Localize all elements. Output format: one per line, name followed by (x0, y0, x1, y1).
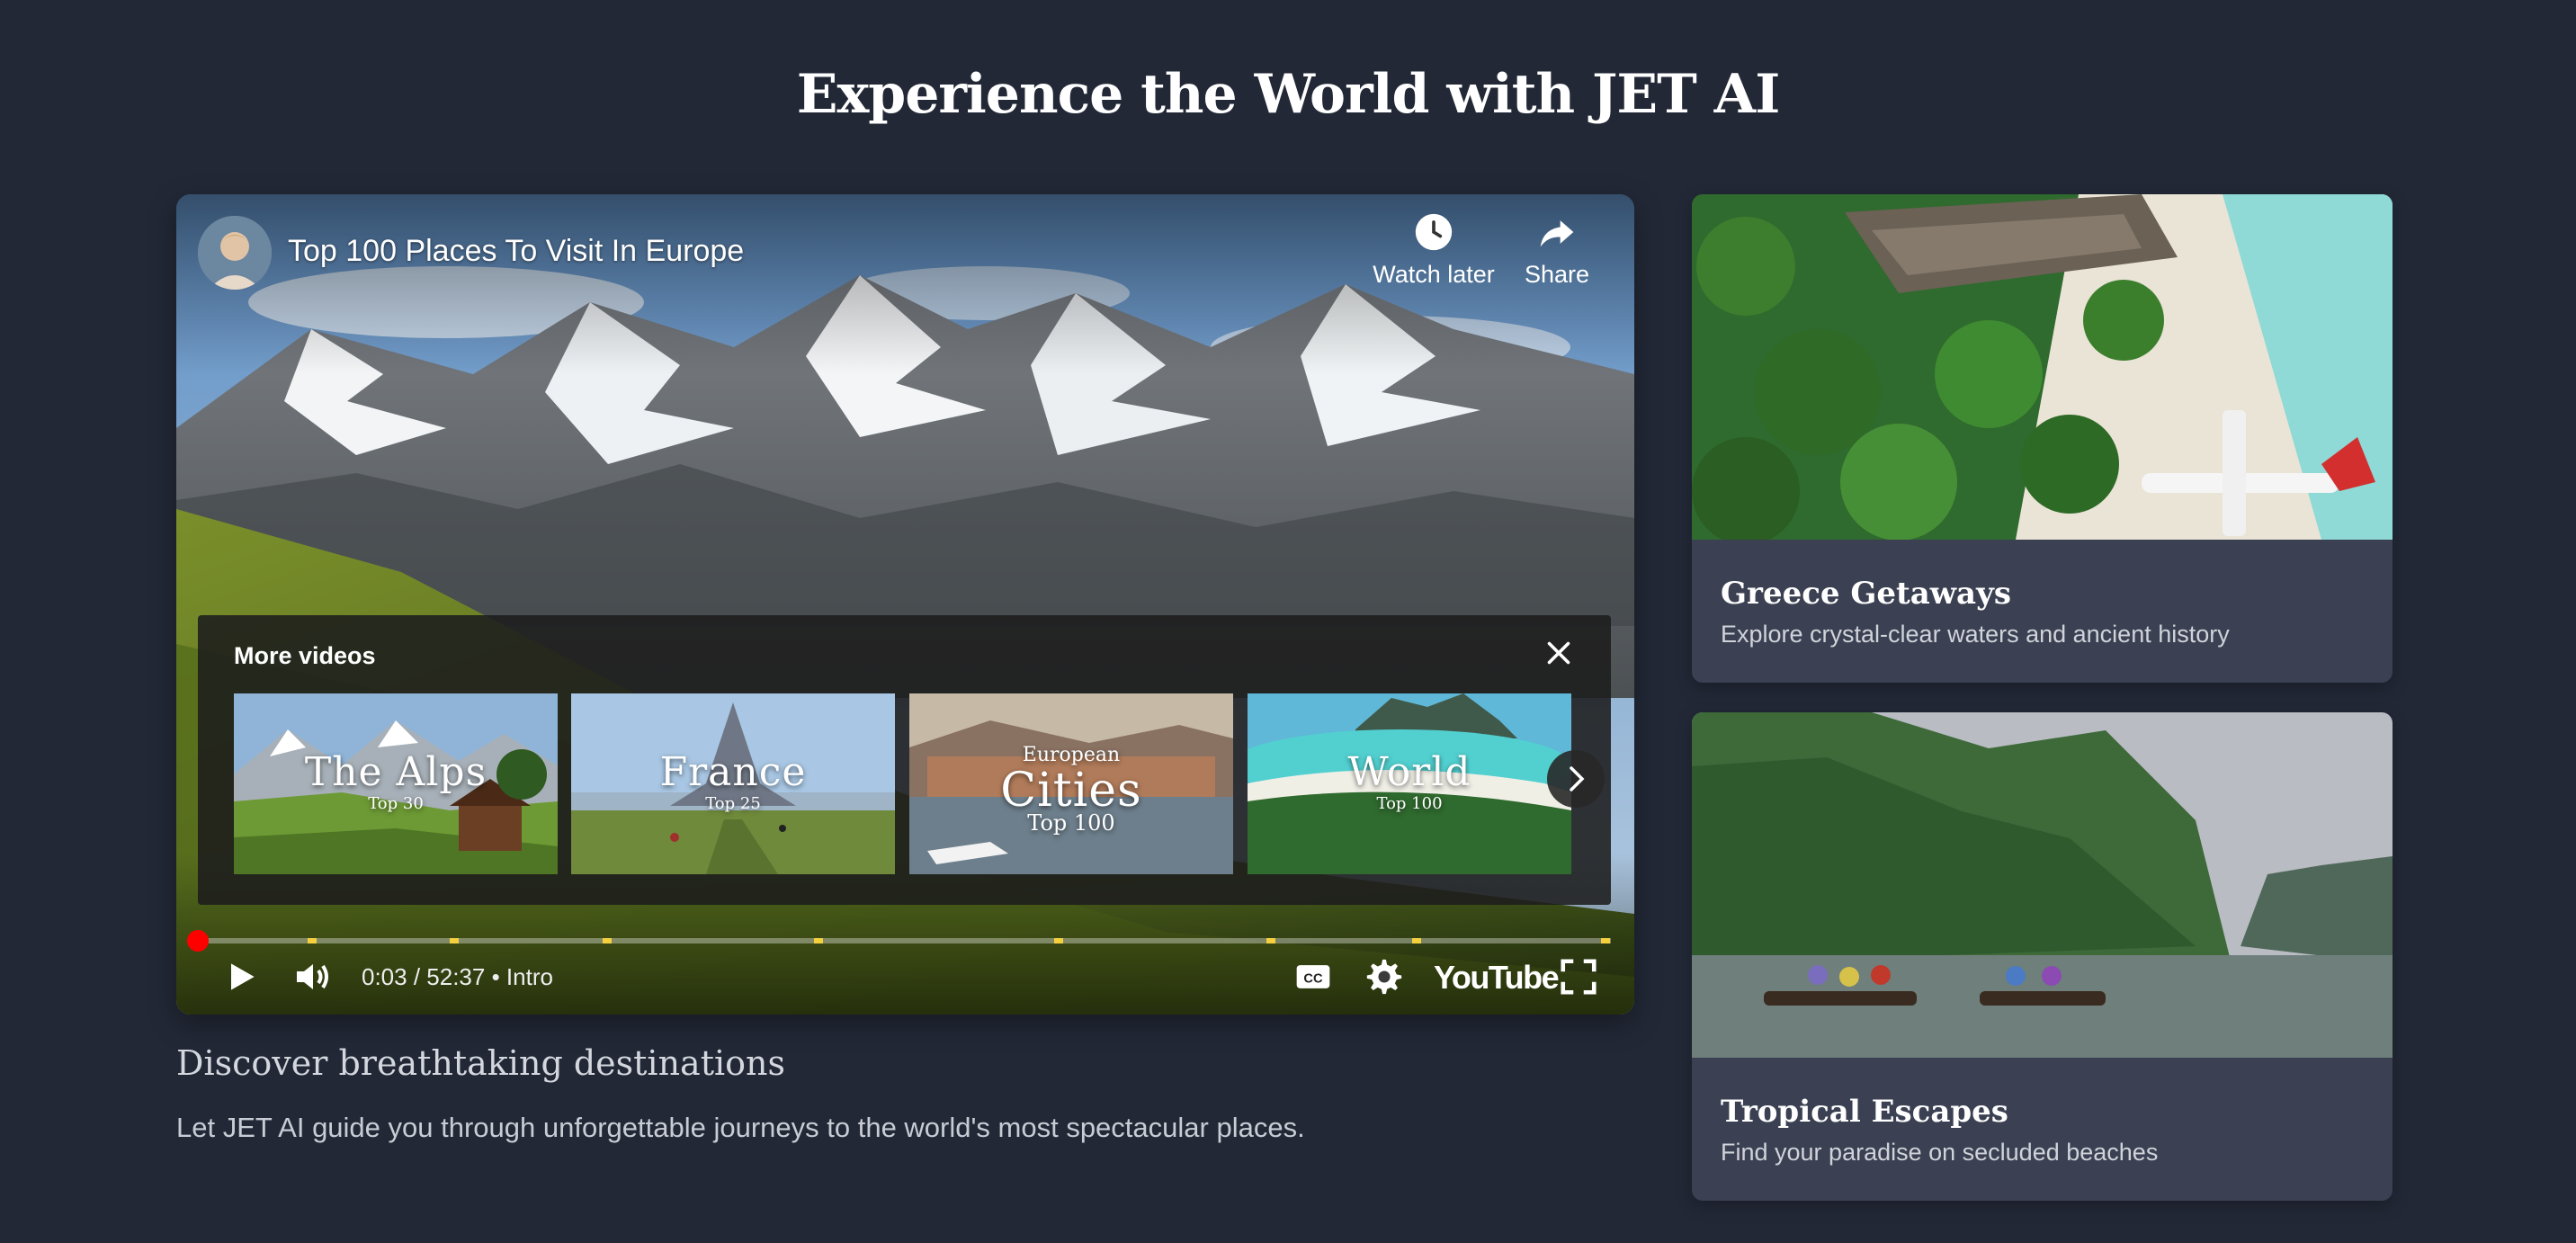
clock-icon (1415, 213, 1453, 251)
destination-card-greece[interactable]: Greece Getaways Explore crystal-clear wa… (1692, 194, 2393, 683)
fullscreen-icon[interactable] (1558, 955, 1599, 998)
channel-avatar[interactable] (198, 216, 272, 290)
card-description: Explore crystal-clear waters and ancient… (1721, 621, 2230, 648)
more-videos-title: More videos (234, 642, 376, 669)
card-title: Tropical Escapes (1721, 1094, 2008, 1130)
chapter-label[interactable]: Intro (506, 963, 553, 990)
thumbnail-subtitle: Top 100 (1376, 794, 1443, 813)
close-icon[interactable] (1543, 637, 1575, 669)
svg-text:CC: CC (1303, 971, 1323, 986)
cc-icon[interactable]: CC (1293, 955, 1333, 998)
volume-icon[interactable] (291, 955, 335, 998)
video-thumbnail-world[interactable]: World Top 100 (1248, 693, 1571, 874)
gear-icon[interactable] (1364, 955, 1405, 998)
youtube-logo[interactable]: YouTube (1434, 959, 1560, 997)
more-videos-panel: More videos The Alps Top 30 France Top 2… (198, 615, 1611, 905)
page-title: Experience the World with JET AI (796, 63, 1781, 126)
chevron-right-icon (1570, 766, 1585, 791)
section-text: Let JET AI guide you through unforgettab… (176, 1112, 1305, 1143)
thumbnail-subtitle: Top 30 (368, 794, 424, 813)
thumbnail-title: Cities (1000, 764, 1142, 818)
time-current-total: 0:03 / 52:37 (362, 963, 486, 990)
watch-later-label: Watch later (1373, 261, 1495, 288)
video-thumbnail-european-cities[interactable]: European Cities Top 100 (909, 693, 1233, 874)
destination-card-tropical[interactable]: Tropical Escapes Find your paradise on s… (1692, 712, 2393, 1201)
watch-later-button[interactable]: Watch later (1344, 212, 1524, 289)
share-arrow-icon (1540, 220, 1574, 247)
thumbnail-title: World (1347, 749, 1471, 795)
card-image (1692, 194, 2393, 540)
next-videos-button[interactable] (1547, 750, 1605, 808)
video-title[interactable]: Top 100 Places To Visit In Europe (288, 234, 744, 269)
play-icon[interactable] (221, 955, 261, 998)
time-display: 0:03 / 52:37 • Intro (362, 963, 553, 990)
share-label: Share (1524, 261, 1590, 288)
video-thumbnail-france[interactable]: France Top 25 (571, 693, 895, 874)
thumbnail-title: France (659, 749, 807, 795)
progress-bar[interactable] (198, 938, 1611, 943)
progress-scrubber[interactable] (187, 930, 209, 952)
share-button[interactable]: Share (1507, 212, 1606, 289)
video-player[interactable]: Top 100 Places To Visit In Europe Watch … (176, 194, 1634, 1015)
thumbnail-subtitle: Top 100 (1027, 810, 1115, 836)
section-heading: Discover breathtaking destinations (176, 1043, 785, 1083)
card-image (1692, 712, 2393, 1058)
thumbnail-subtitle: Top 25 (705, 794, 761, 813)
thumbnail-title: The Alps (304, 749, 487, 795)
card-description: Find your paradise on secluded beaches (1721, 1139, 2159, 1166)
card-title: Greece Getaways (1721, 576, 2011, 612)
video-thumbnail-alps[interactable]: The Alps Top 30 (234, 693, 558, 874)
